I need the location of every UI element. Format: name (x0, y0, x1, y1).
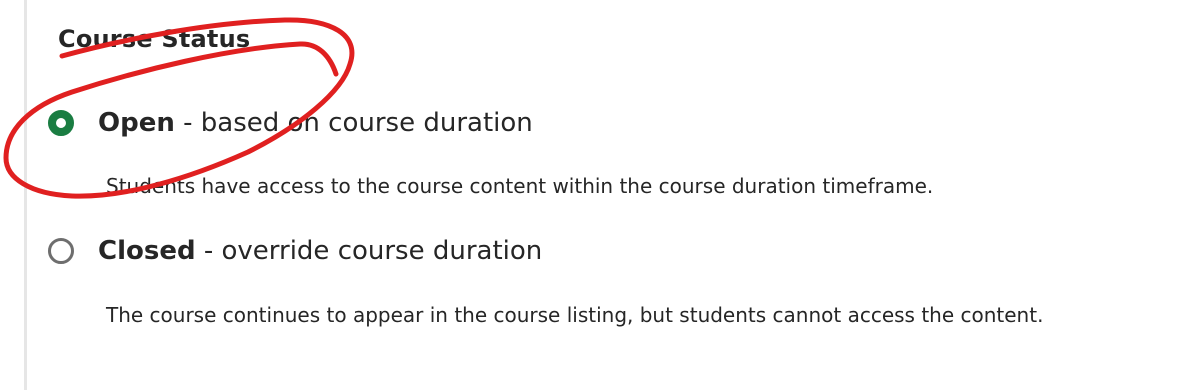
course-status-panel: Course Status Open - based on course dur… (0, 0, 1195, 390)
option-description-closed: The course continues to appear in the co… (106, 303, 1044, 327)
radio-label-closed-suffix: - override course duration (195, 236, 543, 266)
radio-label-open[interactable]: Open - based on course duration (98, 105, 533, 141)
radio-selected-icon[interactable] (48, 110, 74, 136)
radio-option-open[interactable]: Open - based on course duration (48, 105, 533, 141)
left-border-divider (24, 0, 27, 390)
radio-unselected-icon[interactable] (48, 238, 74, 264)
radio-option-closed[interactable]: Closed - override course duration (48, 233, 542, 269)
option-description-open: Students have access to the course conte… (106, 174, 934, 198)
radio-label-open-suffix: - based on course duration (174, 108, 533, 138)
section-title: Course Status (58, 25, 251, 53)
radio-label-closed[interactable]: Closed - override course duration (98, 233, 542, 269)
radio-label-closed-name: Closed (98, 236, 196, 266)
radio-label-open-name: Open (98, 108, 175, 138)
